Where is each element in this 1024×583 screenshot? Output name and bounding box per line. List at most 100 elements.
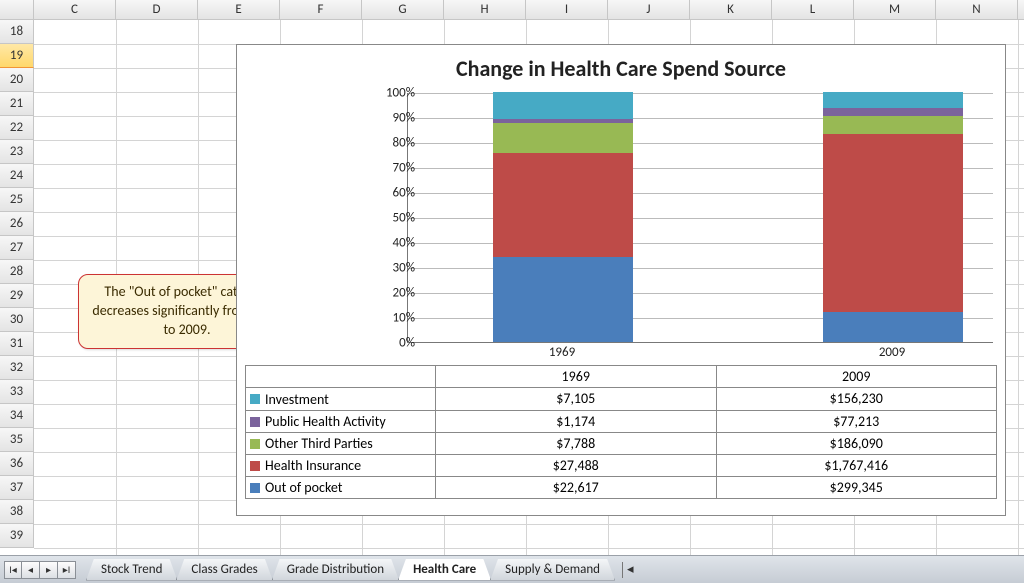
bar-segment-healthins (493, 153, 633, 257)
row-header-38[interactable]: 38 (0, 500, 34, 524)
data-table-col-1969: 1969 (436, 366, 717, 388)
column-header-K[interactable]: K (690, 0, 772, 19)
column-header-E[interactable]: E (198, 0, 280, 19)
table-row: Out of pocket $22,617 $299,345 (246, 476, 996, 498)
tab-nav-buttons: I◂ ◂ ▸ ▸I (4, 561, 76, 579)
column-header-G[interactable]: G (362, 0, 444, 19)
y-tick-label: 90% (371, 111, 415, 126)
bar-segment-pubhealth (493, 119, 633, 124)
tab-grade-distribution[interactable]: Grade Distribution (272, 559, 399, 581)
table-row: Public Health Activity $1,174 $77,213 (246, 410, 996, 432)
bar-segment-otherthird (493, 123, 633, 153)
tab-scroll-right[interactable]: ◂ (620, 562, 634, 578)
y-tick-label: 40% (371, 236, 415, 251)
row-header-30[interactable]: 30 (0, 308, 34, 332)
bar-segment-healthins (823, 134, 963, 312)
bar-segment-outofpocket (823, 312, 963, 342)
table-row: Investment $7,105 $156,230 (246, 388, 996, 410)
legend-label: Public Health Activity (265, 413, 386, 430)
y-tick-label: 100% (371, 86, 415, 101)
cell-value: $27,488 (436, 455, 717, 476)
y-tick-label: 50% (371, 211, 415, 226)
next-tab-button[interactable]: ▸ (40, 561, 58, 579)
bar-segment-investment (823, 92, 963, 108)
row-header-19[interactable]: 19 (0, 44, 34, 68)
y-tick-label: 30% (371, 261, 415, 276)
column-header-L[interactable]: L (772, 0, 854, 19)
bar-segment-pubhealth (823, 108, 963, 116)
tab-supply-demand[interactable]: Supply & Demand (490, 559, 615, 581)
y-tick-label: 70% (371, 161, 415, 176)
row-header-33[interactable]: 33 (0, 380, 34, 404)
y-tick-label: 60% (371, 186, 415, 201)
column-header-I[interactable]: I (526, 0, 608, 19)
column-header-N[interactable]: N (936, 0, 1018, 19)
column-header-J[interactable]: J (608, 0, 690, 19)
data-table-header: 1969 2009 (246, 366, 996, 388)
cell-value: $1,767,416 (717, 455, 997, 476)
row-header-18[interactable]: 18 (0, 20, 34, 44)
first-tab-button[interactable]: I◂ (4, 561, 22, 579)
cell-value: $156,230 (717, 388, 997, 410)
cell-value: $77,213 (717, 411, 997, 432)
column-header-D[interactable]: D (116, 0, 198, 19)
chart-data-table: 1969 2009 Investment $7,105 $156,230 Pub… (245, 365, 997, 499)
row-header-26[interactable]: 26 (0, 212, 34, 236)
row-header-27[interactable]: 27 (0, 236, 34, 260)
table-row: Health Insurance $27,488 $1,767,416 (246, 454, 996, 476)
x-category-label: 1969 (492, 345, 632, 360)
row-header-36[interactable]: 36 (0, 452, 34, 476)
cell-value: $22,617 (436, 477, 717, 498)
row-header-25[interactable]: 25 (0, 188, 34, 212)
bar-segment-otherthird (823, 116, 963, 135)
column-header-H[interactable]: H (444, 0, 526, 19)
tab-class-grades[interactable]: Class Grades (176, 559, 272, 581)
cell-value: $299,345 (717, 477, 997, 498)
chart-container[interactable]: Change in Health Care Spend Source 1969 … (236, 44, 1006, 516)
bar-segment-outofpocket (493, 257, 633, 343)
row-header-31[interactable]: 31 (0, 332, 34, 356)
row-header-23[interactable]: 23 (0, 140, 34, 164)
stacked-bar-1969[interactable] (493, 92, 633, 342)
sheet-tab-bar: I◂ ◂ ▸ ▸I Stock Trend Class Grades Grade… (0, 555, 1024, 583)
row-header-24[interactable]: 24 (0, 164, 34, 188)
bar-segment-investment (493, 92, 633, 119)
row-header-28[interactable]: 28 (0, 260, 34, 284)
x-category-label: 2009 (822, 345, 962, 360)
column-header-M[interactable]: M (854, 0, 936, 19)
row-header-37[interactable]: 37 (0, 476, 34, 500)
swatch-icon (250, 394, 260, 404)
prev-tab-button[interactable]: ◂ (22, 561, 40, 579)
legend-label: Investment (265, 391, 329, 408)
swatch-icon (250, 439, 260, 449)
swatch-icon (250, 461, 260, 471)
legend-label: Health Insurance (265, 457, 361, 474)
tab-stock-trend[interactable]: Stock Trend (86, 559, 177, 581)
stacked-bar-2009[interactable] (823, 92, 963, 342)
legend-label: Other Third Parties (265, 435, 373, 452)
y-tick-label: 0% (371, 336, 415, 351)
row-header-32[interactable]: 32 (0, 356, 34, 380)
column-header-C[interactable]: C (34, 0, 116, 19)
row-header-39[interactable]: 39 (0, 524, 34, 548)
swatch-icon (250, 417, 260, 427)
row-header-29[interactable]: 29 (0, 284, 34, 308)
last-tab-button[interactable]: ▸I (58, 561, 76, 579)
column-header-F[interactable]: F (280, 0, 362, 19)
row-header-22[interactable]: 22 (0, 116, 34, 140)
row-header-35[interactable]: 35 (0, 428, 34, 452)
cell-value: $1,174 (436, 411, 717, 432)
cell-value: $186,090 (717, 433, 997, 454)
row-header-34[interactable]: 34 (0, 404, 34, 428)
legend-label: Out of pocket (265, 479, 342, 496)
cell-value: $7,788 (436, 433, 717, 454)
y-tick-label: 20% (371, 286, 415, 301)
row-header-20[interactable]: 20 (0, 68, 34, 92)
select-all-corner[interactable] (0, 0, 34, 19)
cell-value: $7,105 (436, 388, 717, 410)
row-header-21[interactable]: 21 (0, 92, 34, 116)
table-row: Other Third Parties $7,788 $186,090 (246, 432, 996, 454)
y-tick-label: 80% (371, 136, 415, 151)
data-table-col-2009: 2009 (717, 366, 997, 388)
tab-health-care[interactable]: Health Care (398, 559, 491, 581)
